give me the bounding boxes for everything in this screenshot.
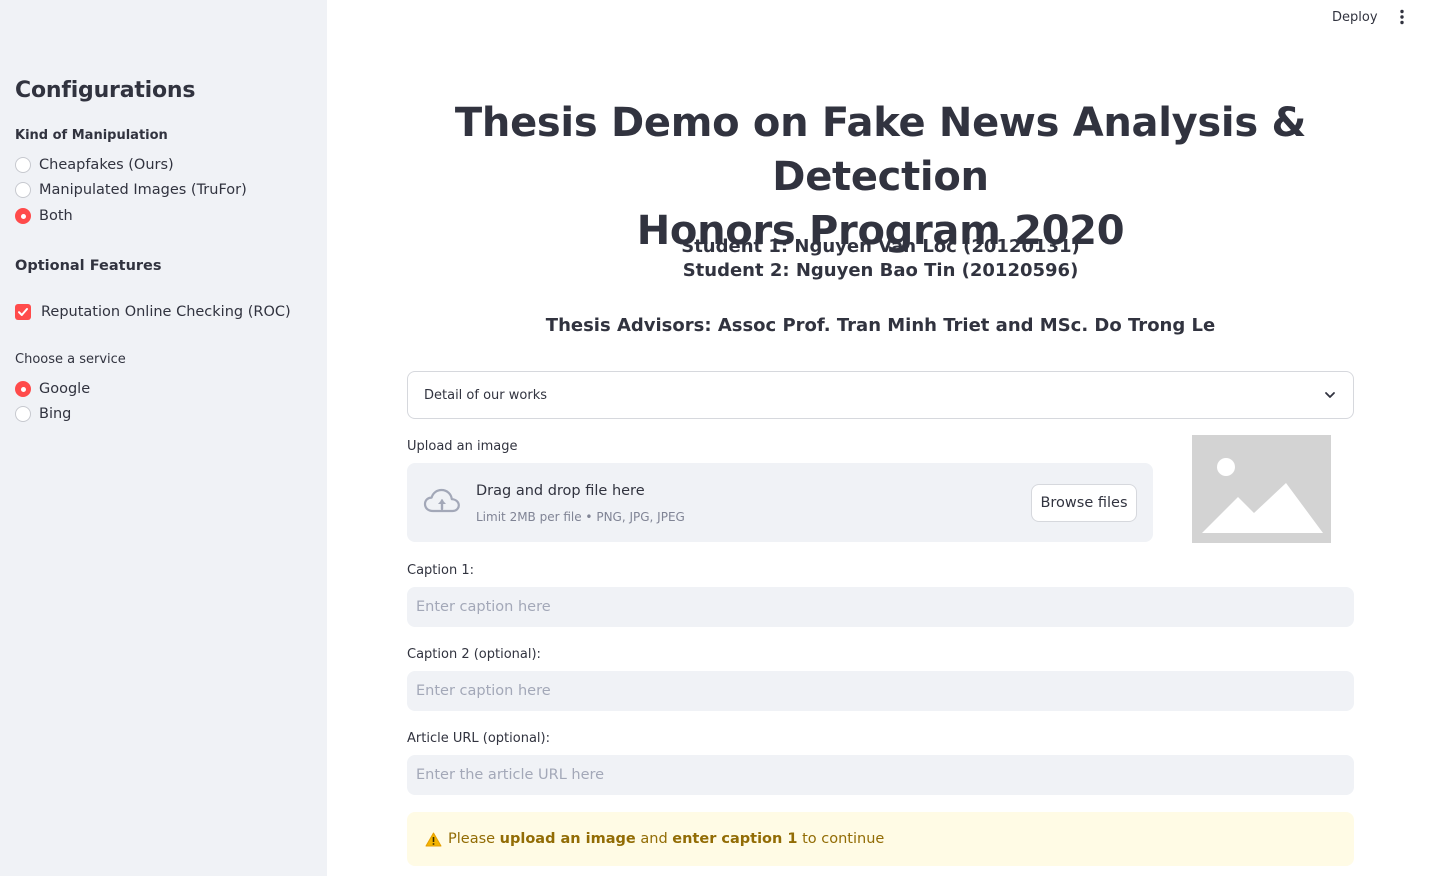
- caption1-label: Caption 1:: [407, 563, 474, 578]
- radio-label: Manipulated Images (TruFor): [39, 182, 247, 198]
- browse-files-button[interactable]: Browse files: [1031, 484, 1137, 522]
- caption2-input[interactable]: [407, 671, 1354, 711]
- radio-button-unchecked[interactable]: [15, 182, 31, 198]
- warning-middle: and: [635, 831, 673, 847]
- upload-label: Upload an image: [407, 439, 518, 454]
- chevron-down-icon: [1325, 392, 1335, 398]
- radio-bing[interactable]: Bing: [15, 406, 71, 422]
- deploy-button[interactable]: Deploy: [1324, 8, 1386, 27]
- radio-label: Google: [39, 381, 91, 397]
- checkbox-checked[interactable]: [15, 304, 31, 320]
- warning-text: Please upload an image and enter caption…: [448, 831, 884, 847]
- radio-both[interactable]: Both: [15, 208, 73, 224]
- radio-button-checked[interactable]: [15, 208, 31, 224]
- warning-alert: Please upload an image and enter caption…: [407, 812, 1354, 866]
- warning-icon: [425, 832, 442, 846]
- warning-prefix: Please: [448, 831, 500, 847]
- page-title: Thesis Demo on Fake News Analysis & Dete…: [407, 96, 1354, 258]
- radio-label: Cheapfakes (Ours): [39, 157, 174, 173]
- service-label: Choose a service: [15, 352, 126, 367]
- student-2: Student 2: Nguyen Bao Tin (20120596): [682, 260, 1079, 281]
- radio-label: Bing: [39, 406, 72, 422]
- caption2-label: Caption 2 (optional):: [407, 647, 541, 662]
- radio-button-unchecked[interactable]: [15, 406, 31, 422]
- image-placeholder: [1192, 435, 1331, 543]
- sidebar-title: Configurations: [15, 78, 196, 103]
- dropzone-limit: Limit 2MB per file • PNG, JPG, JPEG: [476, 510, 685, 524]
- dropzone-instruction: Drag and drop file here: [476, 483, 645, 499]
- image-placeholder-icon: [1192, 435, 1331, 543]
- check-icon: [18, 308, 28, 316]
- roc-checkbox-row[interactable]: Reputation Online Checking (ROC): [15, 304, 291, 320]
- radio-manipulated-images[interactable]: Manipulated Images (TruFor): [15, 182, 247, 198]
- radio-google[interactable]: Google: [15, 381, 90, 397]
- radio-button-unchecked[interactable]: [15, 157, 31, 173]
- kebab-menu-icon[interactable]: [1393, 8, 1411, 26]
- kebab-menu-icon-glyph: [1400, 9, 1404, 25]
- warning-bold-caption: enter caption 1: [672, 831, 798, 847]
- students-block: Student 1: Nguyen Van Loc (20120131) Stu…: [407, 235, 1354, 283]
- warning-bold-upload: upload an image: [499, 831, 636, 847]
- sidebar: Configurations Kind of Manipulation Chea…: [0, 0, 327, 876]
- title-line-1: Thesis Demo on Fake News Analysis & Dete…: [454, 100, 1307, 200]
- warning-suffix: to continue: [797, 831, 885, 847]
- file-dropzone[interactable]: Drag and drop file here Limit 2MB per fi…: [407, 463, 1153, 542]
- caption1-input[interactable]: [407, 587, 1354, 627]
- student-1: Student 1: Nguyen Van Loc (20120131): [681, 236, 1080, 257]
- advisors: Thesis Advisors: Assoc Prof. Tran Minh T…: [545, 315, 1216, 336]
- radio-button-checked[interactable]: [15, 381, 31, 397]
- radio-cheapfakes[interactable]: Cheapfakes (Ours): [15, 157, 174, 173]
- manipulation-label: Kind of Manipulation: [15, 128, 168, 143]
- roc-label: Reputation Online Checking (ROC): [41, 304, 291, 320]
- details-expander[interactable]: Detail of our works: [407, 371, 1354, 419]
- cloud-upload-icon: [423, 488, 460, 513]
- expander-label: Detail of our works: [424, 387, 547, 403]
- article-url-input[interactable]: [407, 755, 1354, 795]
- optional-features-heading: Optional Features: [15, 258, 162, 274]
- radio-label: Both: [39, 208, 73, 224]
- article-url-label: Article URL (optional):: [407, 731, 550, 746]
